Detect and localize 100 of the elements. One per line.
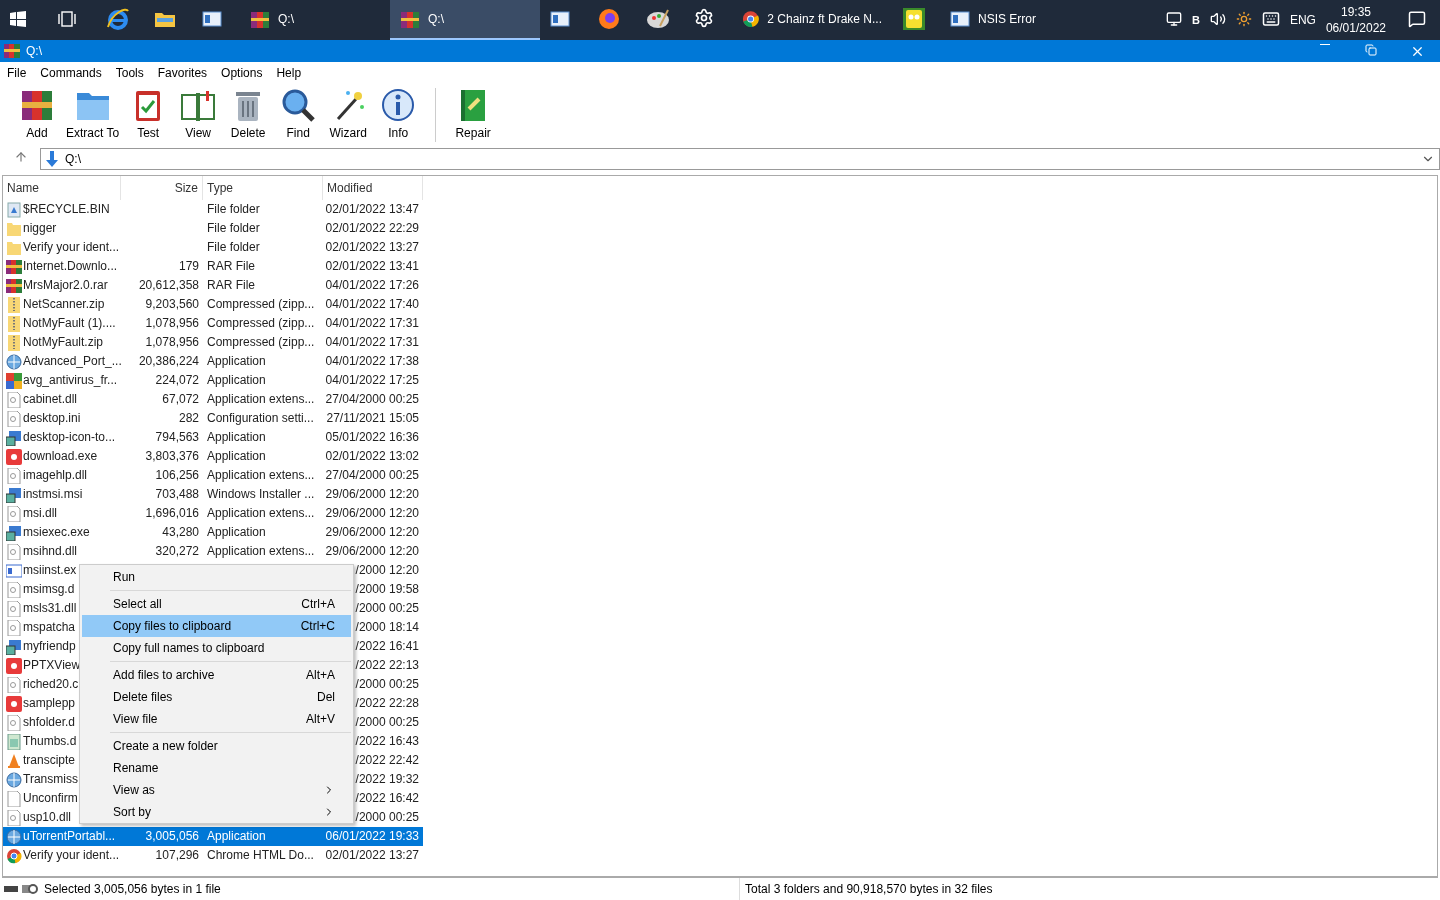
shortcut-text: Ctrl+C	[300, 619, 335, 633]
toolbar-button[interactable]: Find	[273, 84, 324, 146]
file-modified: /2022 22:42	[355, 753, 419, 768]
context-menu-item[interactable]: Select all Ctrl+A	[82, 593, 351, 615]
zipped-folder-icon	[6, 315, 22, 332]
file-modified: /2022 19:32	[355, 772, 419, 787]
column-header[interactable]: Size	[121, 176, 203, 200]
file-name: cabinet.dll	[23, 392, 78, 407]
browser-icon[interactable]	[106, 7, 130, 31]
selected-file-row[interactable]: uTorrentPortabl... 3,005,056 Application 06/01/2022 19:33	[3, 827, 423, 846]
folder-icon	[6, 220, 22, 237]
file-modified: 27/11/2021 15:05	[326, 411, 419, 426]
file-modified: /2000 00:25	[355, 601, 419, 616]
menu-item[interactable]: File	[0, 66, 34, 80]
toolbar-button[interactable]: Extract To	[62, 84, 124, 146]
toolbar-button[interactable]: View	[173, 84, 224, 146]
context-menu-item[interactable]: Delete files Del	[82, 686, 351, 708]
taskbar-button[interactable]: 2 Chainz ft Drake N...	[732, 0, 892, 40]
books-icon[interactable]	[400, 9, 420, 29]
taskbar-button[interactable]: Q:\	[390, 0, 540, 40]
window-icon[interactable]	[202, 10, 222, 28]
clock-time[interactable]: 19:35	[1340, 4, 1371, 20]
books-icon[interactable]	[250, 9, 270, 29]
menu-item[interactable]: Help	[269, 66, 309, 80]
windows-logo-icon[interactable]	[10, 11, 26, 27]
file-modified: 27/04/2000 00:25	[325, 468, 419, 483]
task-view-icon[interactable]	[58, 11, 76, 27]
restore-icon	[1365, 43, 1377, 56]
window-icon[interactable]	[950, 10, 970, 28]
context-menu-item[interactable]: Rename	[82, 757, 351, 779]
toolbar-button[interactable]: Repair	[448, 84, 499, 146]
gear-file-icon	[6, 581, 22, 598]
toolbar-button[interactable]: Add	[12, 84, 62, 146]
file-size: 67,072	[162, 392, 199, 407]
context-menu-item[interactable]: Sort by	[82, 801, 351, 823]
file-name: mspatcha	[23, 620, 76, 635]
column-header[interactable]: Name	[3, 176, 121, 200]
file-modified: /2000 12:20	[355, 563, 419, 578]
fox-globe-icon[interactable]	[598, 8, 620, 30]
file-name: NotMyFault (1)....	[23, 316, 116, 331]
menu-item[interactable]: Favorites	[150, 66, 215, 80]
context-menu-item[interactable]: View as	[82, 779, 351, 801]
zipped-folder-icon	[6, 296, 22, 313]
file-name: transcipte	[23, 753, 76, 768]
folder-icon	[6, 239, 22, 256]
gear-file-icon	[6, 714, 22, 731]
menu-item[interactable]: Commands	[33, 66, 109, 80]
context-menu-item[interactable]: Copy files to clipboard Ctrl+C	[82, 615, 351, 637]
file-type: Windows Installer ...	[207, 487, 315, 502]
toolbar-button[interactable]: Wizard	[323, 84, 374, 146]
file-name: msls31.dll	[23, 601, 77, 616]
drive-icon	[4, 883, 38, 895]
window-icon[interactable]	[550, 10, 570, 28]
toolbar-button[interactable]: Test	[123, 84, 174, 146]
file-name: imagehlp.dll	[23, 468, 88, 483]
context-menu-item[interactable]: Run	[82, 566, 351, 588]
context-menu-item[interactable]: Add files to archive Alt+A	[82, 664, 351, 686]
file-modified: 02/01/2022 13:41	[325, 259, 419, 274]
toolbar-button[interactable]: Info	[373, 84, 424, 146]
menu-item[interactable]: Tools	[108, 66, 151, 80]
file-type: Configuration setti...	[207, 411, 314, 426]
shortcut-text: Alt+V	[306, 712, 335, 726]
context-menu-item[interactable]: View file Alt+V	[82, 708, 351, 730]
chrome-icon[interactable]	[742, 9, 760, 29]
file-name: Advanced_Port_...	[23, 354, 122, 369]
column-header[interactable]: Type	[203, 176, 323, 200]
file-name: MrsMajor2.0.rar	[23, 278, 108, 293]
clock-date[interactable]: 06/01/2022	[1325, 20, 1386, 36]
file-modified: 04/01/2022 17:31	[325, 335, 419, 350]
file-type: Application extens...	[207, 544, 315, 559]
file-type: Application extens...	[207, 392, 315, 407]
language-indicator[interactable]: ENG	[1289, 13, 1316, 27]
status-text: Selected 3,005,056 bytes in 1 file	[44, 882, 221, 896]
file-name: myfriendp	[23, 639, 76, 654]
down-arrow-icon	[45, 151, 59, 167]
context-menu-item[interactable]: Copy full names to clipboard	[82, 637, 351, 659]
gear-file-icon	[6, 467, 22, 484]
toolbar-button[interactable]: Delete	[223, 84, 274, 146]
column-header[interactable]: Modified	[323, 176, 423, 200]
tray-badge[interactable]: B	[1191, 14, 1200, 26]
cone-icon	[6, 752, 22, 769]
file-size: 224,072	[155, 373, 199, 388]
file-modified: 04/01/2022 17:40	[325, 297, 419, 312]
palette-icon[interactable]	[646, 8, 670, 30]
context-menu-item[interactable]: Create a new folder	[82, 735, 351, 757]
file-name: msiexec.exe	[23, 525, 90, 540]
taskbar-button[interactable]: NSIS Error	[940, 0, 1100, 40]
file-type: Compressed (zipp...	[207, 316, 315, 331]
file-name: nigger	[23, 221, 57, 236]
file-type: Application	[207, 373, 266, 388]
address-field[interactable]: Q:\	[40, 148, 1440, 170]
status-text: Total 3 folders and 90,918,570 bytes in 32 files	[744, 882, 993, 896]
file-type: Application	[207, 430, 266, 445]
file-type: Compressed (zipp...	[207, 297, 315, 312]
file-name: Transmiss	[23, 772, 78, 787]
sponge-icon[interactable]	[902, 7, 926, 31]
file-modified: 04/01/2022 17:38	[325, 354, 419, 369]
folder-icon[interactable]	[154, 10, 176, 28]
taskbar-button[interactable]: Q:\	[240, 0, 390, 40]
menu-item[interactable]: Options	[214, 66, 270, 80]
